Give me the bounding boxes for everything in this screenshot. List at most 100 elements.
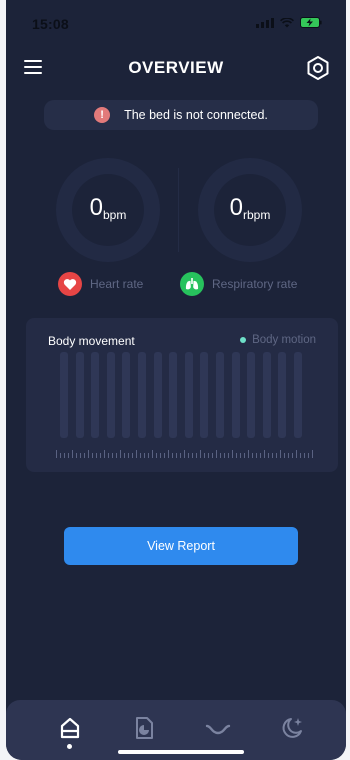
battery-charging-icon [300,17,322,28]
card-title: Body movement [48,334,135,348]
movement-bar [184,352,193,438]
axis-tick [284,453,285,458]
axis-tick [268,453,269,458]
movement-bar [75,352,84,438]
status-icons [256,17,322,28]
axis-tick [84,453,85,458]
axis-tick [184,450,185,458]
body-movement-card: Body movement Body motion [26,318,338,472]
axis-tick [248,450,249,458]
heart-rate-value: 0bpm [89,194,127,222]
heart-rate-legend: Heart rate [58,272,143,296]
axis-tick [252,453,253,458]
gear-icon [307,56,329,80]
movement-bar [106,352,115,438]
movement-bar [216,352,224,438]
header: OVERVIEW [6,56,346,84]
axis-tick [56,450,57,458]
axis-tick [244,453,245,458]
axis-tick [112,453,113,458]
movement-bar [262,352,271,438]
axis-tick [236,453,237,458]
active-tab-indicator [67,744,72,749]
axis-tick [304,453,305,458]
connection-alert: ! The bed is not connected. [44,100,318,130]
axis-tick [176,453,177,458]
alert-text: The bed is not connected. [124,108,268,122]
axis-tick [60,453,61,458]
movement-bar [278,352,287,438]
axis-tick [208,453,209,458]
axis-tick [296,450,297,458]
heart-rate-label: Heart rate [90,277,144,291]
axis-tick [64,453,65,458]
sleep-icon [282,718,302,738]
axis-tick [192,453,193,458]
nav-report[interactable] [130,714,158,742]
nav-home[interactable] [56,714,84,742]
heart-rate-gauge: 0bpm [56,158,160,262]
body-motion-legend: Body motion [240,334,316,346]
axis-tick [172,453,173,458]
axis-tick [196,453,197,458]
home-icon [60,717,80,739]
axis-tick [116,453,117,458]
axis-tick [212,453,213,458]
wifi-icon [280,17,294,28]
axis-tick [216,450,217,458]
axis-tick [168,450,169,458]
axis-tick [124,453,125,458]
axis-tick [204,453,205,458]
signal-icon [256,17,274,28]
axis-tick [144,453,145,458]
axis-tick [96,453,97,458]
axis-tick [140,453,141,458]
axis-tick [104,450,105,458]
movement-bar [122,352,131,438]
axis-tick [228,453,229,458]
settings-button[interactable] [304,54,332,82]
movement-bar [138,352,146,438]
heart-icon [58,272,82,296]
lungs-icon [180,272,204,296]
movement-bar [247,352,256,438]
body-motion-label: Body motion [252,334,316,346]
body-motion-dot [240,337,247,343]
axis-tick [152,450,153,458]
axis-tick [260,453,261,458]
axis-tick [120,450,121,458]
movement-bar [169,352,178,438]
warning-icon: ! [94,107,111,123]
movement-axis [56,450,313,458]
report-icon [136,717,153,739]
axis-tick [232,450,233,458]
axis-tick [164,453,165,458]
axis-tick [264,450,265,458]
movement-bar [200,352,209,438]
app-screen: 15:08 OVERVIEW ! The bed is not connecte… [6,0,346,760]
axis-tick [72,450,73,458]
axis-tick [136,450,137,458]
nav-sleep[interactable] [278,714,306,742]
axis-tick [308,453,309,458]
axis-tick [100,453,101,458]
axis-tick [156,453,157,458]
axis-tick [132,453,133,458]
axis-tick [272,453,273,458]
axis-tick [256,453,257,458]
respiratory-rate-label: Respiratory rate [212,277,298,291]
view-report-button[interactable]: View Report [64,527,298,565]
movement-bar [91,352,100,438]
axis-tick [80,453,81,458]
axis-tick [92,453,93,458]
axis-tick [224,453,225,458]
status-bar: 15:08 [6,12,346,32]
axis-tick [108,453,109,458]
axis-tick [312,450,313,458]
axis-tick [288,453,289,458]
movement-bar [294,352,302,438]
movement-bar [153,352,162,438]
status-time: 15:08 [32,16,69,32]
nav-curve[interactable] [204,714,232,742]
axis-tick [188,453,189,458]
